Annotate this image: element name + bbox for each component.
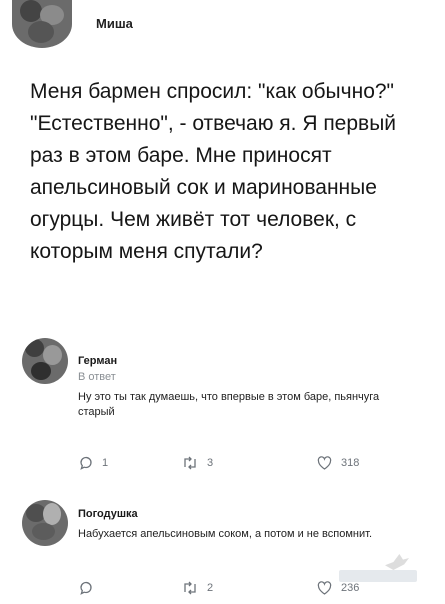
retweet-arrows-icon: [181, 455, 199, 471]
reply-button[interactable]: [78, 580, 94, 596]
reply-count: 1: [102, 457, 109, 469]
reply-card: Герман В ответ Ну это ты так думаешь, чт…: [78, 354, 408, 420]
reply-avatar[interactable]: [22, 500, 68, 546]
reply-text: Ну это ты так думаешь, что впервые в это…: [78, 391, 380, 418]
like-button[interactable]: 236: [316, 580, 359, 596]
retweet-button[interactable]: 2: [181, 580, 213, 596]
reply-actions-bar: 1 3 318: [78, 455, 398, 477]
like-count: 318: [341, 457, 360, 469]
like-count: 236: [341, 582, 360, 594]
retweet-count: 3: [207, 457, 214, 469]
main-avatar[interactable]: [12, 0, 72, 48]
main-post-text: Меня бармен спросил: "как обычно?" "Есте…: [30, 80, 397, 263]
retweet-button[interactable]: 3: [181, 455, 213, 471]
reply-context: В ответ: [78, 371, 116, 383]
reply-text: Набухается апельсиновым соком, а потом и…: [78, 528, 373, 540]
like-button[interactable]: 318: [316, 455, 359, 471]
retweet-arrows-icon: [181, 580, 199, 596]
watermark-bird-icon: [385, 554, 409, 570]
reply-button[interactable]: 1: [78, 455, 108, 471]
heart-outline-icon: [316, 455, 333, 471]
reply-author-name[interactable]: Погодушка: [78, 507, 408, 521]
retweet-count: 2: [207, 582, 214, 594]
comment-bubble-icon: [78, 580, 94, 596]
reply-avatar[interactable]: [22, 338, 68, 384]
watermark-logo: [339, 570, 417, 582]
heart-outline-icon: [316, 580, 333, 596]
reply-author-name[interactable]: Герман: [78, 354, 408, 368]
comment-bubble-icon: [78, 455, 94, 471]
main-author-name[interactable]: Миша: [96, 16, 133, 31]
reply-card: Погодушка Набухается апельсиновым соком,…: [78, 507, 408, 542]
reply-actions-bar: 2 236: [78, 580, 398, 602]
